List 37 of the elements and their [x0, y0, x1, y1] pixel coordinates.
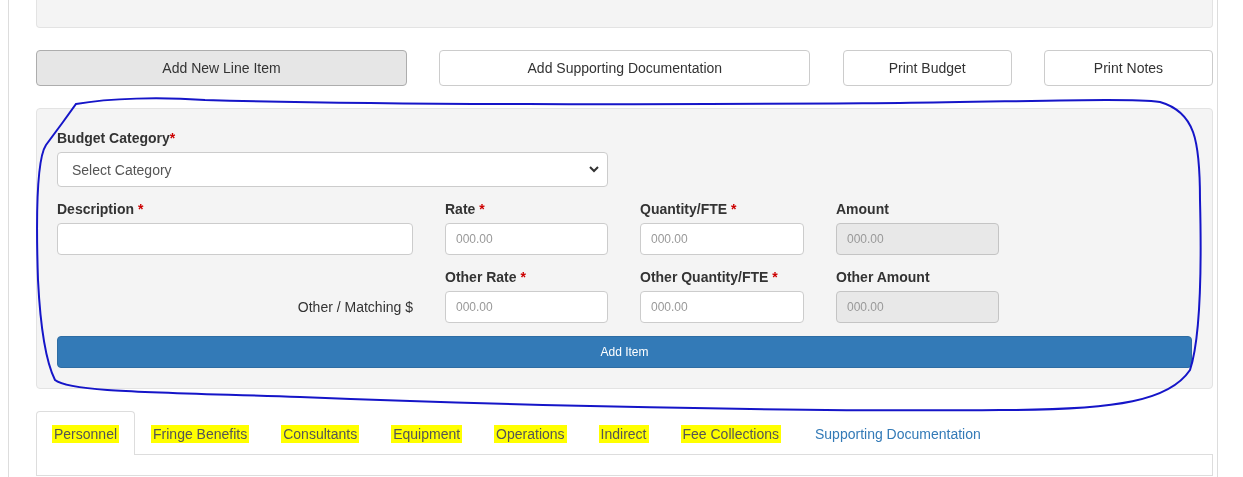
tab[interactable]: Personnel [36, 411, 136, 455]
number-field[interactable]: 000.00 [445, 291, 608, 323]
field-label: Budget Category* [57, 130, 177, 146]
field-label: Other Quantity/FTE * [640, 269, 779, 285]
category-dropdown[interactable]: Select Category [57, 152, 608, 187]
field-label: Other Rate * [445, 269, 527, 285]
tab[interactable]: Fee Collections [664, 411, 797, 455]
tab[interactable]: Supporting Documentation [797, 411, 999, 455]
field-label: Rate * [445, 201, 486, 217]
action-button[interactable]: Print Notes [1044, 50, 1213, 86]
tab[interactable]: Indirect [582, 411, 665, 455]
amount-field: 000.00 [836, 291, 999, 323]
add-item-button[interactable]: Add Item [57, 336, 1192, 368]
number-field[interactable]: 000.00 [445, 223, 608, 255]
action-button[interactable]: Add Supporting Documentation [439, 50, 811, 86]
required-mark: * [520, 269, 526, 285]
required-mark: * [731, 201, 737, 217]
amount-field: 000.00 [836, 223, 999, 255]
number-field[interactable]: 000.00 [640, 291, 804, 323]
number-field[interactable]: 000.00 [640, 223, 804, 255]
field-label: Amount [836, 201, 890, 217]
tab[interactable]: Operations [478, 411, 583, 455]
required-mark: * [169, 130, 176, 146]
required-mark: * [137, 201, 144, 217]
field-label: Other Amount [836, 269, 931, 285]
action-button[interactable]: Add New Line Item [36, 50, 407, 86]
action-button[interactable]: Print Budget [842, 50, 1012, 86]
required-mark: * [479, 201, 485, 217]
row-label: Other / Matching $ [296, 298, 413, 317]
description-field[interactable] [57, 223, 413, 255]
tab[interactable]: Fringe Benefits [135, 411, 266, 455]
required-mark: * [772, 269, 778, 285]
tab[interactable]: Consultants [265, 411, 376, 455]
chevron-down-icon [589, 166, 599, 173]
field-label: Quantity/FTE * [640, 201, 738, 217]
tab[interactable]: Equipment [375, 411, 479, 455]
field-label: Description * [57, 201, 145, 217]
